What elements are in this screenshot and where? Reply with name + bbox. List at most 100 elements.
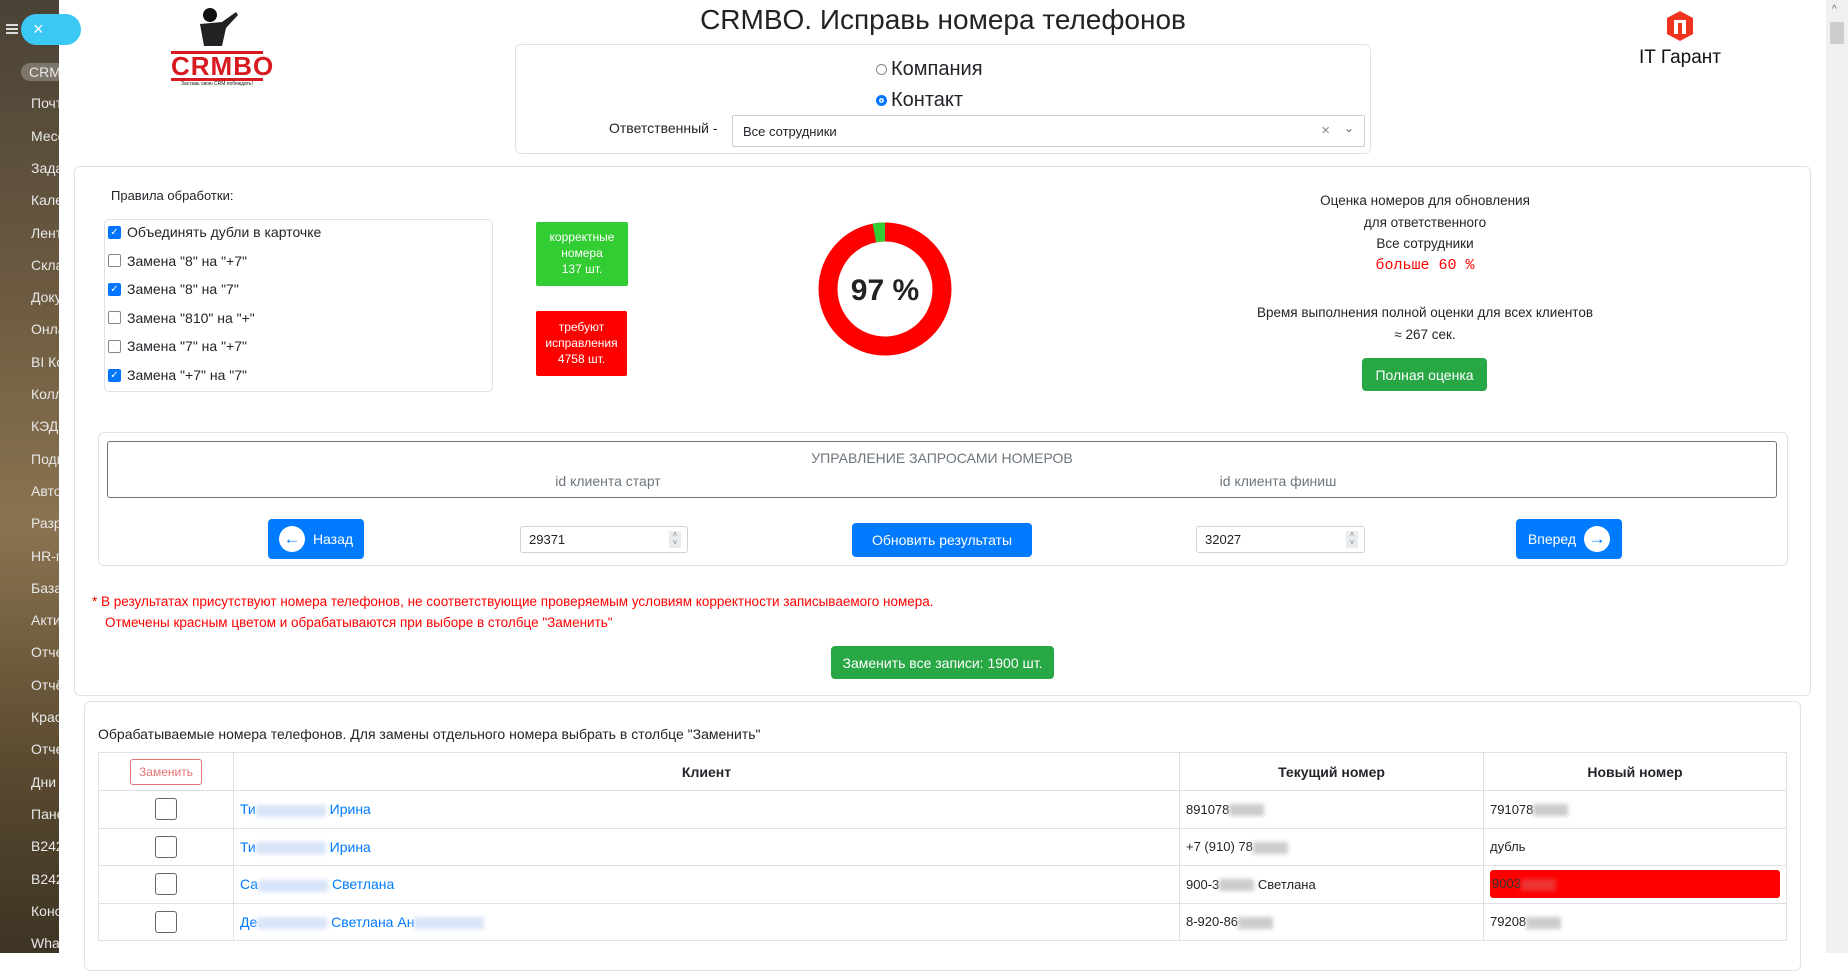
back-button[interactable]: ← Назад: [268, 519, 364, 559]
close-button[interactable]: ×: [21, 14, 81, 45]
it-garant-logo: IT Гарант: [1630, 10, 1730, 69]
checkbox-icon[interactable]: [108, 254, 121, 268]
sidebar-item[interactable]: Месс: [31, 128, 59, 144]
row-checkbox[interactable]: [155, 910, 177, 933]
checkbox-icon[interactable]: [108, 311, 121, 325]
sidebar-item[interactable]: B242: [31, 838, 59, 854]
responsible-select[interactable]: Все сотрудники × ⌄: [732, 115, 1365, 147]
row-checkbox[interactable]: [155, 873, 177, 896]
sidebar-item[interactable]: База: [31, 580, 59, 596]
sidebar-item[interactable]: Авто: [31, 483, 59, 499]
header-current-number: Текущий номер: [1179, 752, 1484, 791]
client-name-part: Светлана: [331, 876, 395, 893]
sidebar-item[interactable]: Конс: [31, 903, 59, 919]
client-link[interactable]: Ти Ирина: [240, 801, 371, 817]
client-name-part: Ти: [240, 838, 256, 855]
sidebar-item[interactable]: HR-п: [31, 548, 59, 564]
sidebar-item[interactable]: Скла: [31, 257, 59, 273]
responsible-label: Ответственный -: [609, 120, 718, 136]
rule-label: Замена "810" на "+": [127, 309, 255, 326]
spinner-icon[interactable]: ˄ ˅: [1346, 531, 1358, 548]
client-link[interactable]: Де Светлана Ан: [240, 913, 485, 930]
correct-label-2: номера: [561, 246, 603, 260]
client-name-part: Де: [240, 913, 258, 930]
rule-checkbox[interactable]: ✓ Объединять дубли в карточке: [108, 224, 321, 240]
sidebar-item[interactable]: Колл: [31, 386, 59, 402]
sidebar-item[interactable]: BI Ко: [31, 354, 59, 370]
rule-label: Замена "+7" на "7": [127, 367, 247, 383]
new-number-invalid: 9003: [1490, 870, 1780, 899]
table-row: Ти Ирина 891078 791078: [98, 790, 1787, 829]
replace-all-button[interactable]: Заменить все записи: 1900 шт.: [831, 646, 1054, 679]
row-checkbox[interactable]: [155, 798, 177, 821]
arrow-left-icon: ←: [278, 526, 305, 552]
donut-percent-label: 97 %: [851, 274, 919, 307]
correct-numbers-badge: корректные номера 137 шт.: [536, 222, 628, 286]
client-link[interactable]: Ти Ирина: [240, 839, 371, 855]
rule-checkbox[interactable]: Замена "810" на "+": [108, 310, 255, 326]
start-id-value: 29371: [529, 532, 566, 547]
sidebar-item[interactable]: Лент: [31, 225, 59, 241]
sidebar-item[interactable]: Отче: [31, 644, 59, 660]
spinner-icon[interactable]: ˄ ˅: [669, 531, 681, 548]
scrollbar[interactable]: ^: [1826, 0, 1848, 953]
sidebar-item[interactable]: Отче: [31, 741, 59, 757]
assessment-info: Оценка номеров для обновления для ответс…: [1225, 190, 1625, 345]
percent-donut: 97 %: [818, 222, 952, 356]
replace-selected-button[interactable]: Заменить: [130, 758, 202, 785]
checkbox-icon[interactable]: [108, 339, 121, 353]
client-name-part: Са: [240, 876, 259, 893]
full-assessment-button[interactable]: Полная оценка: [1362, 358, 1487, 391]
rule-checkbox[interactable]: ✓ Замена "+7" на "7": [108, 367, 247, 383]
sidebar-item[interactable]: Дни: [31, 774, 56, 790]
sidebar-item[interactable]: КЭДО: [31, 418, 59, 434]
rule-label: Замена "7" на "+7": [127, 338, 247, 355]
sidebar-item[interactable]: Акти: [31, 612, 59, 628]
start-id-input[interactable]: 29371 ˄ ˅: [520, 526, 688, 553]
sidebar-item[interactable]: CRM: [21, 63, 59, 81]
rule-checkbox[interactable]: ✓ Замена "8" на "7": [108, 281, 239, 297]
rule-label: Замена "8" на "+7": [127, 252, 247, 269]
forward-button[interactable]: Вперед →: [1516, 519, 1622, 559]
sidebar-item[interactable]: Зада: [31, 160, 59, 176]
table-row: Са Светлана 900-3 Светлана 9003: [98, 865, 1787, 904]
radio-contact[interactable]: Контакт: [876, 89, 963, 112]
refresh-results-button[interactable]: Обновить результаты: [852, 523, 1032, 557]
donut-correct-segment: [872, 222, 886, 243]
table-row: Ти Ирина +7 (910) 78 дубль: [98, 827, 1787, 866]
client-link[interactable]: Са Светлана: [240, 876, 394, 892]
radio-company[interactable]: Компания: [876, 58, 983, 81]
rule-checkbox[interactable]: Замена "7" на "+7": [108, 338, 247, 354]
close-icon: ×: [33, 19, 44, 39]
sidebar-item[interactable]: Пане: [31, 806, 59, 822]
radio-contact-label: Контакт: [891, 89, 964, 111]
sidebar-item[interactable]: Разр: [31, 515, 59, 531]
clear-icon[interactable]: ×: [1321, 122, 1330, 139]
sidebar-item[interactable]: Отчё: [31, 677, 59, 693]
sidebar-item[interactable]: Онла: [31, 321, 59, 337]
sidebar-item[interactable]: Кале: [31, 192, 59, 208]
rule-label: Замена "8" на "7": [127, 281, 239, 298]
sidebar-item[interactable]: B242: [31, 871, 59, 887]
sidebar-item[interactable]: Доку: [31, 289, 59, 305]
sidebar-item[interactable]: Крас: [31, 709, 59, 725]
finish-id-value: 32027: [1205, 532, 1242, 547]
sidebar-item[interactable]: Wha: [31, 935, 59, 951]
row-checkbox[interactable]: [155, 835, 177, 858]
client-name-part: Ирина: [329, 801, 371, 818]
finish-id-input[interactable]: 32027 ˄ ˅: [1196, 526, 1365, 553]
chevron-down-icon[interactable]: ⌄: [1344, 121, 1354, 135]
sidebar-item[interactable]: Почт: [31, 95, 59, 111]
rule-checkbox[interactable]: Замена "8" на "+7": [108, 253, 247, 269]
checkbox-icon[interactable]: ✓: [108, 368, 121, 382]
checkbox-icon[interactable]: ✓: [108, 225, 121, 239]
menu-icon[interactable]: [6, 24, 18, 34]
checkbox-icon[interactable]: ✓: [108, 282, 121, 296]
assessment-result: больше 60 %: [1375, 256, 1475, 274]
crmbo-logo: CRMBO Заставь свою CRM побеждать!: [171, 6, 273, 87]
client-name-part: Светлана Ан: [331, 913, 415, 930]
assessment-time-value: ≈ 267 сек.: [1394, 326, 1456, 342]
sidebar-item[interactable]: Подп: [31, 451, 59, 467]
current-number: 900-3: [1186, 876, 1220, 892]
assessment-time-label: Время выполнения полной оценки для всех …: [1256, 305, 1593, 320]
